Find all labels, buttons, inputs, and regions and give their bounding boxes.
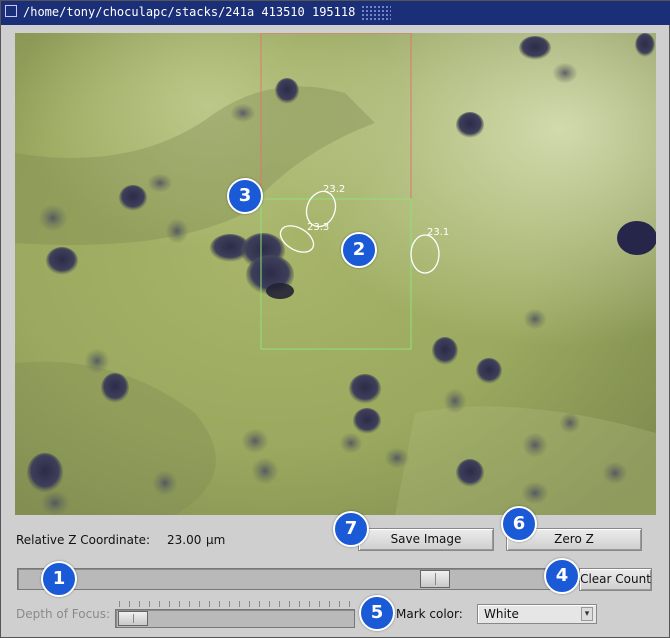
window-menu-icon[interactable] — [5, 5, 17, 17]
mark-label: 23.2 — [323, 184, 345, 195]
mark-color-value: White — [484, 607, 519, 621]
microscope-image: 23.2 23.3 23.1 — [15, 33, 656, 515]
titlebar-grip — [361, 5, 391, 21]
callout-badge-2: 2 — [341, 232, 377, 268]
depth-of-focus-thumb[interactable] — [118, 611, 148, 626]
depth-of-focus-label: Depth of Focus: — [16, 607, 111, 621]
app-window: /home/tony/choculapc/stacks/241a 413510 … — [0, 0, 670, 638]
mark-label: 23.1 — [427, 227, 449, 238]
mark-color-select[interactable]: White ▾ — [477, 604, 597, 624]
callout-badge-7: 7 — [333, 511, 369, 547]
z-coordinate-unit: µm — [206, 533, 226, 547]
mark-color-label: Mark color: — [396, 607, 463, 621]
callout-badge-3: 3 — [227, 178, 263, 214]
callout-badge-5: 5 — [359, 595, 395, 631]
callout-badge-1: 1 — [41, 561, 77, 597]
mark-label: 23.3 — [307, 222, 329, 233]
callout-badge-6: 6 — [501, 506, 537, 542]
callout-badge-4: 4 — [544, 558, 580, 594]
depth-of-focus-ticks — [119, 601, 351, 607]
chevron-down-icon[interactable]: ▾ — [581, 607, 593, 621]
z-slider[interactable] — [17, 568, 569, 590]
title-bar[interactable]: /home/tony/choculapc/stacks/241a 413510 … — [1, 1, 670, 25]
z-slider-thumb[interactable] — [420, 570, 450, 588]
clear-count-button[interactable]: Clear Count — [579, 568, 652, 591]
window-title: /home/tony/choculapc/stacks/241a 413510 … — [23, 5, 356, 19]
z-coordinate-value: 23.00 — [167, 533, 202, 547]
depth-of-focus-slider[interactable] — [115, 609, 355, 628]
save-image-button[interactable]: Save Image — [358, 528, 494, 551]
z-coordinate-label: Relative Z Coordinate: — [16, 533, 151, 547]
microscope-image-view[interactable]: 23.2 23.3 23.1 — [15, 33, 656, 515]
